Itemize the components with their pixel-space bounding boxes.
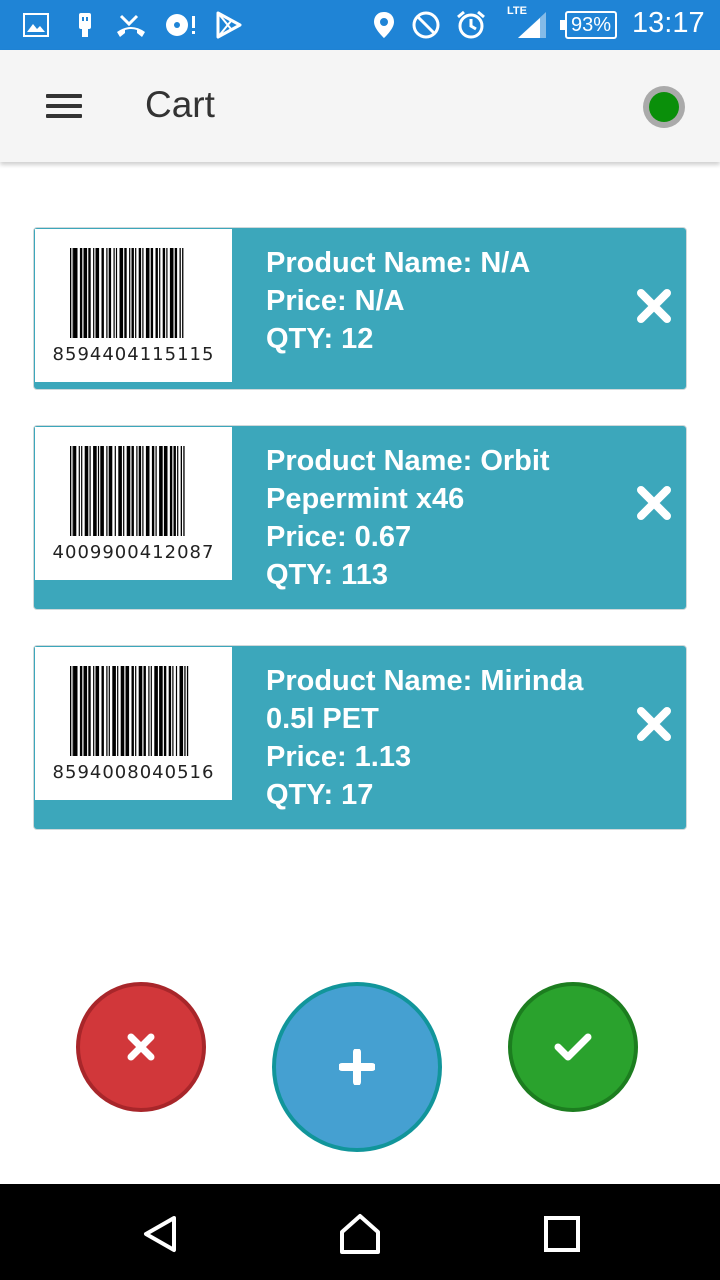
check-icon bbox=[554, 1033, 592, 1061]
system-navigation-bar bbox=[0, 1184, 720, 1280]
cart-item: 8594404115115 Product Name: N/A Price: N… bbox=[33, 227, 687, 390]
signal-icon bbox=[515, 10, 549, 40]
cart-item: 4009900412087 Product Name: Orbit Peperm… bbox=[33, 425, 687, 610]
barcode-image: 4009900412087 bbox=[35, 427, 232, 580]
battery-indicator: 93% bbox=[560, 11, 617, 39]
cart-item: 8594008040516 Product Name: Mirinda 0.5l… bbox=[33, 645, 687, 830]
product-name-continued: Pepermint x46 bbox=[266, 483, 465, 515]
product-name: Product Name: Mirinda bbox=[266, 665, 584, 697]
app-toolbar: Cart bbox=[0, 50, 720, 162]
barcode-icon bbox=[70, 666, 189, 756]
product-price: Price: 1.13 bbox=[266, 741, 412, 773]
gallery-icon bbox=[22, 10, 50, 40]
barcode-number: 8594008040516 bbox=[52, 762, 215, 783]
media-icon bbox=[164, 10, 198, 40]
clock: 13:17 bbox=[632, 7, 705, 39]
product-price: Price: 0.67 bbox=[266, 521, 412, 553]
barcode-number: 8594404115115 bbox=[52, 344, 215, 365]
status-dot-icon bbox=[649, 92, 679, 122]
hamburger-menu-icon[interactable] bbox=[40, 86, 90, 126]
recents-icon[interactable] bbox=[540, 1212, 584, 1256]
product-qty: QTY: 17 bbox=[266, 779, 374, 811]
usb-debug-icon bbox=[74, 10, 96, 40]
barcode-icon bbox=[70, 446, 185, 536]
page-title: Cart bbox=[145, 84, 215, 125]
add-item-button[interactable] bbox=[272, 982, 442, 1152]
remove-item-button[interactable] bbox=[636, 288, 672, 324]
back-icon[interactable] bbox=[138, 1212, 182, 1256]
product-details: Product Name: Mirinda 0.5l PET Price: 1.… bbox=[266, 662, 626, 814]
confirm-cart-button[interactable] bbox=[508, 982, 638, 1112]
location-icon bbox=[372, 10, 396, 40]
product-details: Product Name: N/A Price: N/A QTY: 12 bbox=[266, 244, 626, 358]
barcode-image: 8594008040516 bbox=[35, 647, 232, 800]
product-qty: QTY: 113 bbox=[266, 559, 388, 591]
remove-item-button[interactable] bbox=[636, 485, 672, 521]
product-name-continued: 0.5l PET bbox=[266, 703, 379, 735]
home-icon[interactable] bbox=[338, 1212, 382, 1256]
close-icon bbox=[127, 1033, 155, 1061]
cancel-cart-button[interactable] bbox=[76, 982, 206, 1112]
connection-status-indicator bbox=[643, 86, 685, 128]
barcode-icon bbox=[70, 248, 184, 338]
product-price: Price: N/A bbox=[266, 285, 405, 317]
product-qty: QTY: 12 bbox=[266, 323, 374, 355]
close-icon bbox=[637, 707, 671, 741]
alarm-icon bbox=[455, 10, 487, 40]
product-name: Product Name: Orbit bbox=[266, 445, 550, 477]
status-bar: LTE 93% 13:17 bbox=[0, 0, 720, 50]
do-not-disturb-icon bbox=[411, 10, 441, 40]
barcode-number: 4009900412087 bbox=[52, 542, 215, 563]
plus-icon bbox=[339, 1049, 375, 1085]
close-icon bbox=[637, 486, 671, 520]
product-details: Product Name: Orbit Pepermint x46 Price:… bbox=[266, 442, 626, 594]
product-name: Product Name: N/A bbox=[266, 247, 531, 279]
barcode-image: 8594404115115 bbox=[35, 229, 232, 382]
missed-call-icon bbox=[115, 10, 147, 40]
remove-item-button[interactable] bbox=[636, 706, 672, 742]
close-icon bbox=[637, 289, 671, 323]
play-store-icon bbox=[213, 10, 243, 40]
